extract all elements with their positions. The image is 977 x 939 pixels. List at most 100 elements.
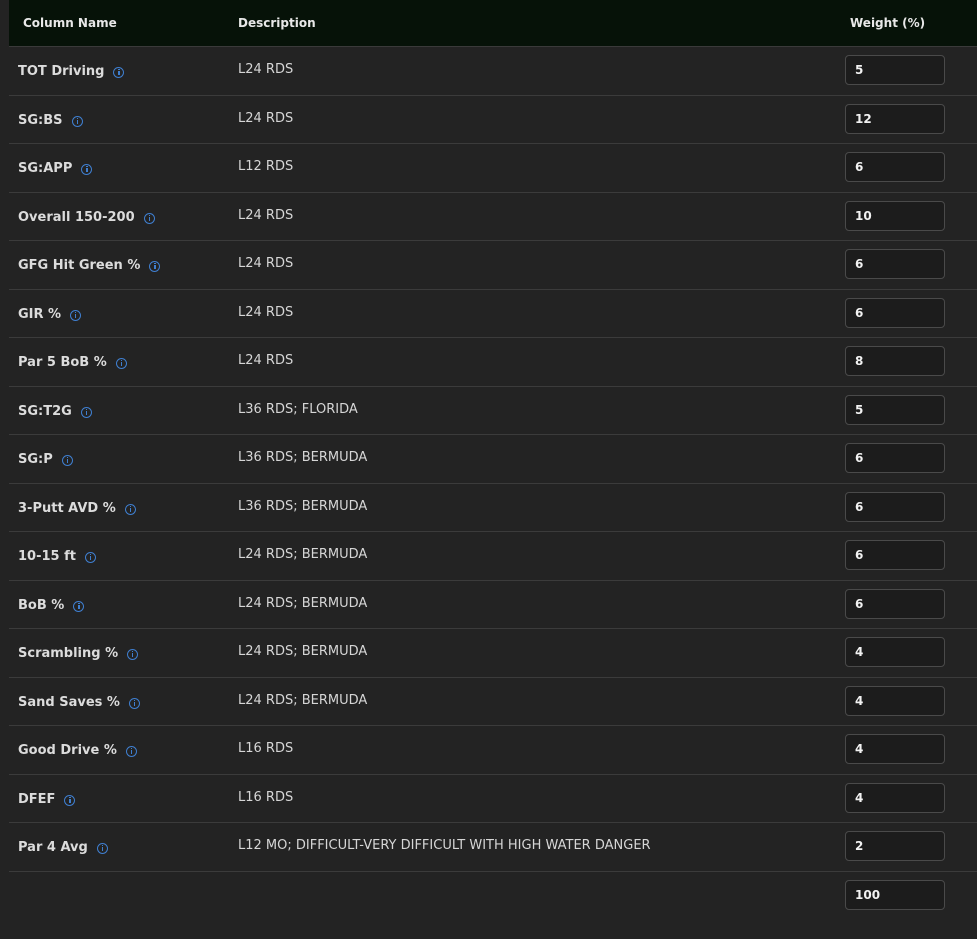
table-body: TOT Driving L24 RDS SG:BS L24 RDS SG:APP L12 … bbox=[9, 47, 977, 872]
row-name-label: SG:APP bbox=[18, 161, 73, 176]
row-name-label: Overall 150-200 bbox=[18, 209, 135, 225]
row-description: L16 RDS bbox=[238, 789, 294, 805]
weight-input[interactable] bbox=[845, 491, 945, 522]
row-description: L12 RDS bbox=[238, 159, 294, 174]
info-icon[interactable] bbox=[124, 503, 136, 515]
row-description: L16 RDS bbox=[238, 741, 294, 756]
row-name-label: SG:T2G bbox=[18, 403, 72, 419]
table-row: SG:P L36 RDS; BERMUDA bbox=[9, 435, 977, 484]
row-name-label: BoB % bbox=[18, 597, 65, 613]
row-description: L24 RDS; BERMUDA bbox=[238, 547, 368, 562]
total-weight-field[interactable] bbox=[845, 879, 945, 910]
info-icon[interactable] bbox=[84, 552, 96, 563]
row-name: Scrambling % bbox=[18, 646, 139, 661]
table-row: 3-Putt AVD % L36 RDS; BERMUDA bbox=[9, 484, 977, 532]
row-name-label: Par 5 BoB % bbox=[18, 355, 107, 370]
info-icon[interactable] bbox=[64, 794, 76, 806]
table-row: Par 5 BoB % L24 RDS bbox=[9, 338, 977, 387]
row-name: Overall 150-200 bbox=[18, 210, 155, 225]
info-icon[interactable] bbox=[113, 67, 125, 78]
row-description: L24 RDS bbox=[238, 304, 294, 320]
header-weight: Weight (%) bbox=[850, 16, 926, 30]
weight-input[interactable] bbox=[845, 734, 945, 764]
weight-input[interactable] bbox=[845, 297, 945, 328]
row-name-label: Par 4 Avg bbox=[18, 840, 88, 855]
row-name: SG:BS bbox=[18, 113, 83, 128]
table-row: SG:T2G L36 RDS; FLORIDA bbox=[9, 387, 977, 435]
row-name-label: TOT Driving bbox=[18, 64, 105, 79]
row-name: GIR % bbox=[18, 306, 82, 322]
row-name-label: SG:BS bbox=[18, 112, 63, 128]
info-icon[interactable] bbox=[143, 212, 155, 224]
row-name: DFEF bbox=[18, 791, 76, 807]
weight-input[interactable] bbox=[845, 152, 945, 182]
row-name: SG:APP bbox=[18, 161, 93, 176]
info-icon[interactable] bbox=[71, 115, 83, 127]
weight-input[interactable] bbox=[845, 588, 945, 619]
table-row: Scrambling % L24 RDS; BERMUDA bbox=[9, 629, 977, 678]
row-description: L24 RDS bbox=[238, 62, 294, 77]
table-row: Par 4 Avg L12 MO; DIFFICULT-VERY DIFFICUL… bbox=[9, 823, 977, 872]
row-description: L24 RDS bbox=[238, 353, 294, 368]
weight-input[interactable] bbox=[845, 249, 945, 279]
weight-input[interactable] bbox=[845, 200, 945, 231]
row-name: 3-Putt AVD % bbox=[18, 501, 136, 516]
table-row: GIR % L24 RDS bbox=[9, 290, 977, 338]
header-column-name: Column Name bbox=[23, 16, 117, 30]
row-name-label: DFEF bbox=[18, 791, 56, 807]
info-icon[interactable] bbox=[125, 746, 137, 757]
row-description: L24 RDS; BERMUDA bbox=[238, 595, 368, 611]
row-name: SG:P bbox=[18, 452, 73, 467]
row-name: Good Drive % bbox=[18, 743, 137, 758]
row-description: L24 RDS bbox=[238, 256, 294, 271]
weight-input[interactable] bbox=[845, 103, 945, 134]
weight-input[interactable] bbox=[845, 394, 945, 425]
table-row: GFG Hit Green % L24 RDS bbox=[9, 241, 977, 290]
info-icon[interactable] bbox=[73, 600, 85, 612]
total-row bbox=[9, 872, 977, 932]
info-icon[interactable] bbox=[115, 358, 127, 369]
info-icon[interactable] bbox=[70, 309, 82, 321]
row-description: L24 RDS; BERMUDA bbox=[238, 644, 368, 659]
row-description: L24 RDS bbox=[238, 207, 294, 223]
table-header: Column Name Description Weight (%) bbox=[9, 0, 977, 47]
row-description: L24 RDS; BERMUDA bbox=[238, 692, 368, 708]
info-icon[interactable] bbox=[61, 455, 73, 466]
weight-input[interactable] bbox=[845, 685, 945, 716]
table-row: DFEF L16 RDS bbox=[9, 775, 977, 823]
info-icon[interactable] bbox=[96, 843, 108, 854]
table-row: Overall 150-200 L24 RDS bbox=[9, 193, 977, 241]
weight-input[interactable] bbox=[845, 346, 945, 376]
info-icon[interactable] bbox=[127, 649, 139, 660]
weight-input[interactable] bbox=[845, 782, 945, 813]
row-name: Sand Saves % bbox=[18, 695, 140, 710]
table-row: Sand Saves % L24 RDS; BERMUDA bbox=[9, 678, 977, 726]
weight-input[interactable] bbox=[845, 637, 945, 667]
row-description: L36 RDS; FLORIDA bbox=[238, 401, 358, 417]
row-name-label: GIR % bbox=[18, 306, 62, 322]
row-name: Par 5 BoB % bbox=[18, 355, 127, 370]
weight-input[interactable] bbox=[845, 55, 945, 85]
info-icon[interactable] bbox=[128, 697, 140, 709]
weight-input[interactable] bbox=[845, 443, 945, 473]
row-name-label: GFG Hit Green % bbox=[18, 258, 141, 273]
row-name-label: Good Drive % bbox=[18, 743, 117, 758]
info-icon[interactable] bbox=[149, 261, 161, 272]
table-row: BoB % L24 RDS; BERMUDA bbox=[9, 581, 977, 629]
row-name-label: Sand Saves % bbox=[18, 694, 120, 710]
row-name-label: SG:P bbox=[18, 452, 53, 467]
row-description: L36 RDS; BERMUDA bbox=[238, 450, 368, 465]
header-description: Description bbox=[238, 16, 316, 30]
table-row: SG:BS L24 RDS bbox=[9, 96, 977, 144]
info-icon[interactable] bbox=[81, 164, 93, 175]
weight-input[interactable] bbox=[845, 540, 945, 570]
table-row: SG:APP L12 RDS bbox=[9, 144, 977, 193]
row-description: L24 RDS bbox=[238, 110, 294, 126]
info-icon[interactable] bbox=[80, 406, 92, 418]
row-name: BoB % bbox=[18, 597, 85, 613]
table-row: Good Drive % L16 RDS bbox=[9, 726, 977, 775]
row-name: TOT Driving bbox=[18, 64, 125, 79]
row-name: SG:T2G bbox=[18, 404, 92, 419]
row-name: GFG Hit Green % bbox=[18, 258, 161, 273]
weight-input[interactable] bbox=[845, 831, 945, 861]
